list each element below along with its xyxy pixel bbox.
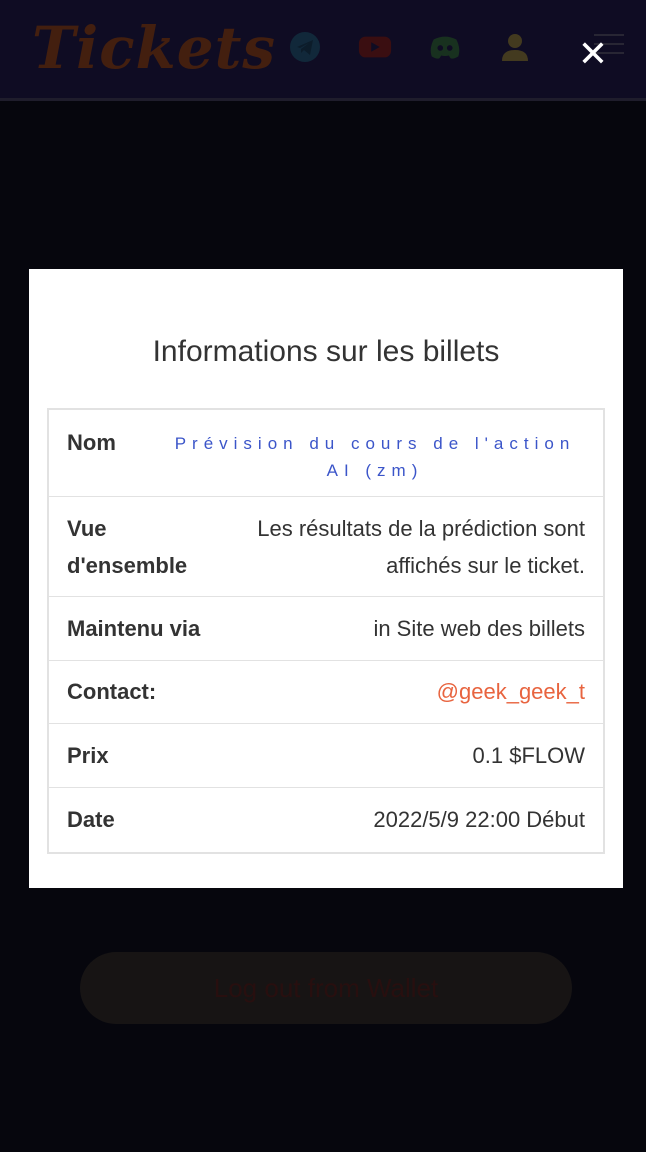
row-label: Prix — [67, 743, 109, 768]
table-row: Maintenu via in Site web des billets — [49, 597, 603, 661]
contact-link[interactable]: @geek_geek_t — [437, 673, 585, 723]
table-row: Contact: @geek_geek_t — [49, 661, 603, 724]
row-value: 2022/5/9 22:00 Début — [373, 807, 585, 832]
row-value: in Site web des billets — [373, 616, 585, 641]
ticket-name-link[interactable]: Prévision du cours de l'action AI (zm) — [165, 424, 585, 496]
row-label: Contact: — [67, 679, 157, 704]
row-value: 0.1 $FLOW — [472, 743, 585, 768]
close-icon[interactable]: ✕ — [576, 37, 610, 73]
table-row: Date 2022/5/9 22:00 Début — [49, 788, 603, 852]
page: Tickets Log out from Wallet ✕ Informatio… — [0, 0, 646, 1152]
row-label: Nom — [67, 430, 116, 455]
ticket-info-modal: Informations sur les billets Nom Prévisi… — [29, 269, 623, 888]
row-label: Vue d'ensemble — [67, 516, 188, 578]
row-label: Date — [67, 807, 115, 832]
info-table: Nom Prévision du cours de l'action AI (z… — [47, 408, 605, 854]
modal-title: Informations sur les billets — [152, 335, 500, 368]
row-label: Maintenu via — [67, 616, 201, 641]
table-row: Vue d'ensemble Les résultats de la prédi… — [49, 497, 603, 597]
row-value: Les résultats de la prédiction sont affi… — [257, 516, 585, 578]
table-row: Nom Prévision du cours de l'action AI (z… — [49, 410, 603, 497]
table-row: Prix 0.1 $FLOW — [49, 724, 603, 788]
